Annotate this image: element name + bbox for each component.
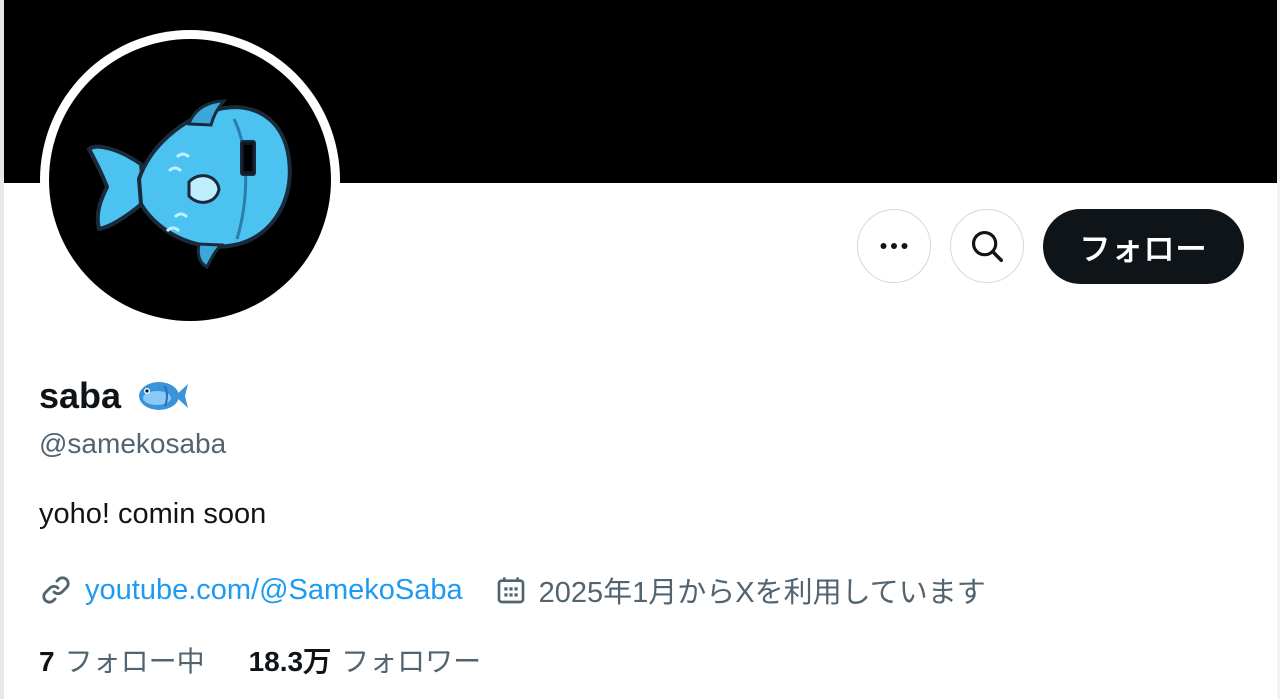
fish-avatar-icon (87, 99, 292, 270)
search-button[interactable] (950, 209, 1024, 283)
more-button[interactable] (857, 209, 931, 283)
calendar-icon (497, 577, 524, 604)
profile-meta-row: youtube.com/@SamekoSaba 2025年1月からXを利用してい… (39, 570, 986, 610)
display-name: saba (39, 375, 122, 416)
following-label: フォロー中 (64, 646, 205, 677)
followers-label: フォロワー (341, 646, 482, 677)
avatar-image (49, 39, 331, 321)
followers-count: 18.3万 (248, 646, 332, 677)
profile-bio: yoho! comin soon (39, 498, 267, 530)
profile-website-link[interactable]: youtube.com/@SamekoSaba (85, 574, 463, 607)
followers-link[interactable]: 18.3万 フォロワー (249, 640, 482, 680)
profile-avatar[interactable] (40, 30, 340, 330)
link-icon (42, 576, 70, 604)
follow-button[interactable]: フォロー (1043, 209, 1244, 284)
profile-handle: @samekosaba (39, 428, 227, 459)
following-count: 7 (39, 646, 55, 677)
fish-emoji-icon (139, 382, 189, 410)
following-link[interactable]: 7 フォロー中 (39, 640, 205, 680)
more-icon (880, 243, 908, 249)
search-icon (971, 230, 1003, 262)
follow-stats: 7 フォロー中 18.3万 フォロワー (39, 640, 481, 680)
display-name-row: saba (39, 372, 189, 420)
joined-date: 2025年1月からXを利用しています (538, 577, 986, 609)
